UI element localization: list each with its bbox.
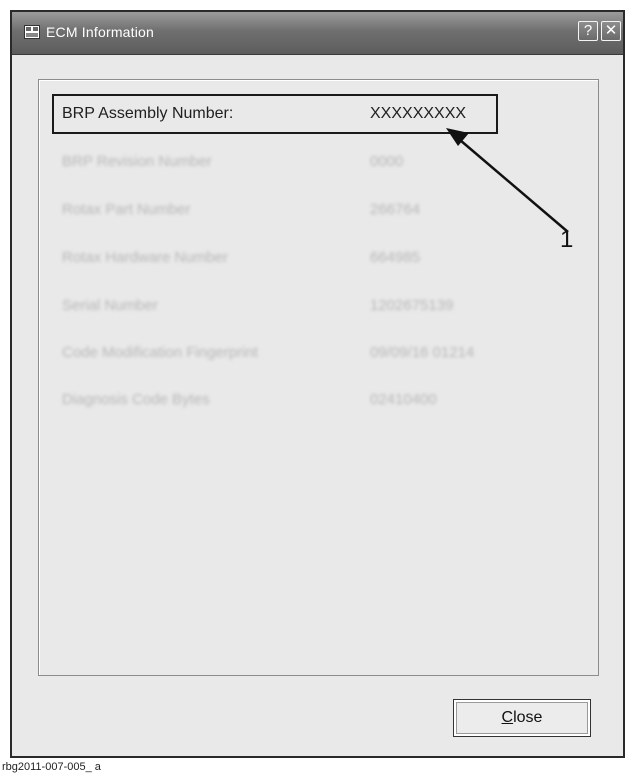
row-value: 266764 xyxy=(370,201,421,218)
row-label: Rotax Hardware Number xyxy=(62,249,228,266)
callout-number: 1 xyxy=(557,226,577,254)
row-label: Rotax Part Number xyxy=(62,201,191,218)
row-value: XXXXXXXXX xyxy=(370,105,467,122)
close-button-mnemonic: C xyxy=(501,709,514,726)
close-icon: ✕ xyxy=(604,22,618,39)
help-button[interactable]: ? xyxy=(578,21,598,41)
row-label: Code Modification Fingerprint xyxy=(62,344,258,361)
figure-caption: rbg2011-007-005_ a xyxy=(2,761,101,773)
row-label: Diagnosis Code Bytes xyxy=(62,391,210,408)
close-button[interactable]: Close xyxy=(453,699,591,737)
row-value: 664985 xyxy=(370,249,421,266)
ecm-information-window: ECM Information ? ✕ BRP Assembly Number:… xyxy=(10,10,625,758)
window-close-button[interactable]: ✕ xyxy=(601,21,621,41)
row-label: BRP Revision Number xyxy=(62,153,212,170)
row-label: BRP Assembly Number: xyxy=(62,105,234,122)
row-label: Serial Number xyxy=(62,297,158,314)
window-title: ECM Information xyxy=(46,24,155,40)
close-button-label: lose xyxy=(513,709,543,726)
title-bar: ECM Information ? ✕ xyxy=(12,12,623,55)
ecm-window-icon xyxy=(24,25,40,39)
help-icon: ? xyxy=(583,22,593,39)
row-value: 0000 xyxy=(370,153,404,170)
row-value: 02410400 xyxy=(370,391,437,408)
row-value: 09/09/16 01214 xyxy=(370,344,475,361)
row-value: 1202675139 xyxy=(370,297,454,314)
info-panel: BRP Assembly Number: XXXXXXXXX BRP Revis… xyxy=(38,79,599,676)
